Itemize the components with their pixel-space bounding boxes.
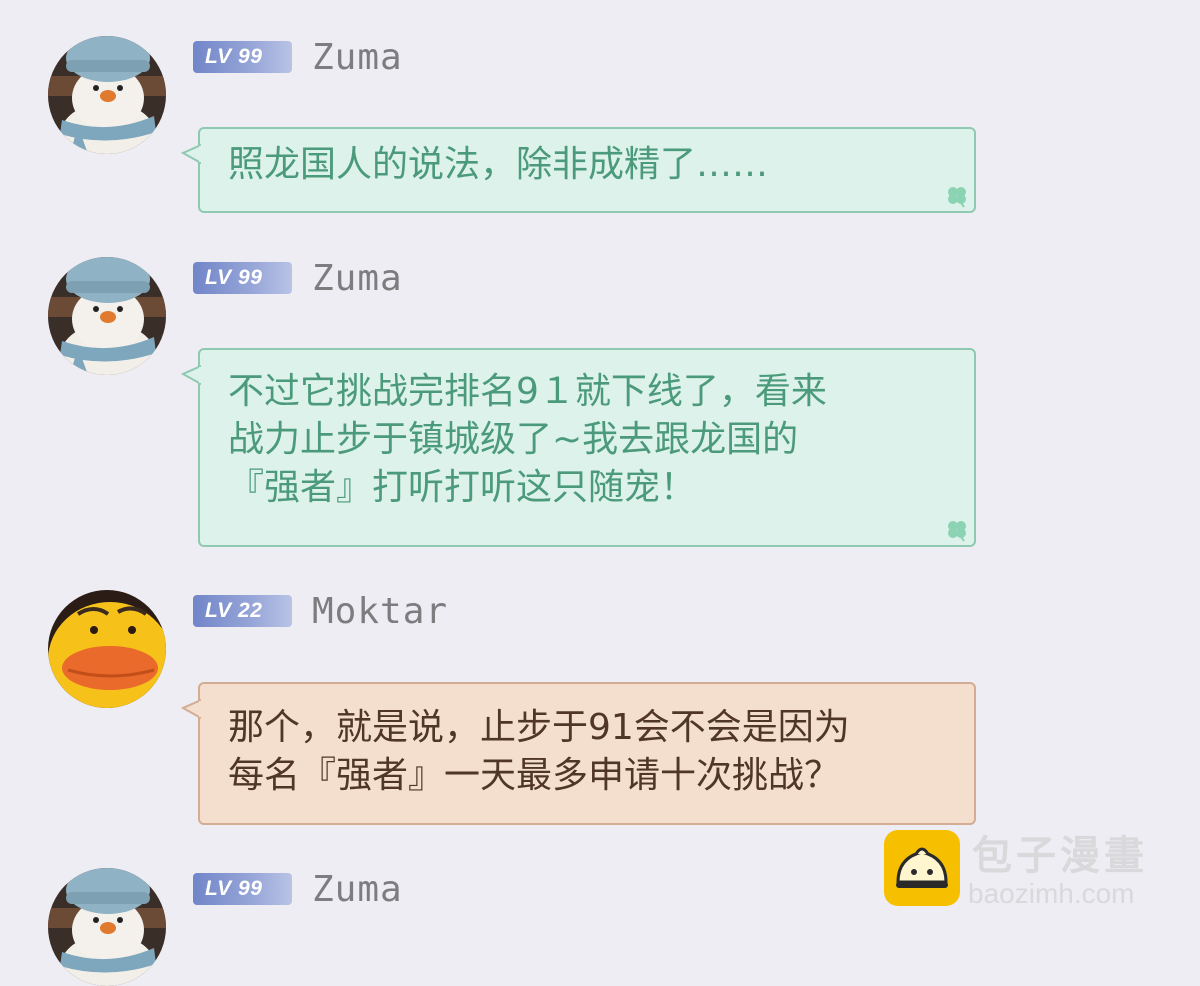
message-text: 每名『强者』一天最多申请十次挑战？ [228,755,841,796]
bubble-tail [181,143,201,165]
username[interactable]: Zuma [312,257,403,301]
snowman-avatar[interactable] [48,36,166,154]
message-bubble: 那个，就是说，止步于91会不会是因为 每名『强者』一天最多申请十次挑战？ [181,682,976,825]
message-text: 『强者』打听打听这只随宠！ [228,467,697,508]
message-text: 照龙国人的说法，除非成精了…… [228,144,769,185]
clover-icon [948,521,966,542]
bubble-tail [181,698,201,720]
username[interactable]: Zuma [312,868,403,912]
bun-logo-icon [884,830,960,906]
username[interactable]: Zuma [312,36,403,80]
level-badge: LV 22 [193,595,292,627]
level-badge: LV 99 [193,262,292,294]
bubble-tail [181,364,201,386]
watermark-title: 包子漫畫 [972,833,1148,879]
clover-icon [948,187,966,208]
snowman-avatar[interactable] [48,868,166,986]
message-text: 那个，就是说，止步于91会不会是因为 [228,707,850,748]
snowman-avatar[interactable] [48,257,166,375]
level-badge: LV 99 [193,41,292,73]
message-bubble: 不过它挑战完排名9１就下线了，看来 战力止步于镇城级了~我去跟龙国的 『强者』打… [181,348,976,547]
watermark-url: baozimh.com [968,878,1135,909]
message-text: 不过它挑战完排名9１就下线了，看来 [228,371,827,412]
level-badge: LV 99 [193,873,292,905]
message-bubble: 照龙国人的说法，除非成精了…… [181,127,976,213]
duck-avatar[interactable] [48,590,166,708]
username[interactable]: Moktar [312,590,448,634]
message-text: 战力止步于镇城级了~我去跟龙国的 [228,419,799,460]
watermark: 包子漫畫 baozimh.com [884,830,1184,920]
